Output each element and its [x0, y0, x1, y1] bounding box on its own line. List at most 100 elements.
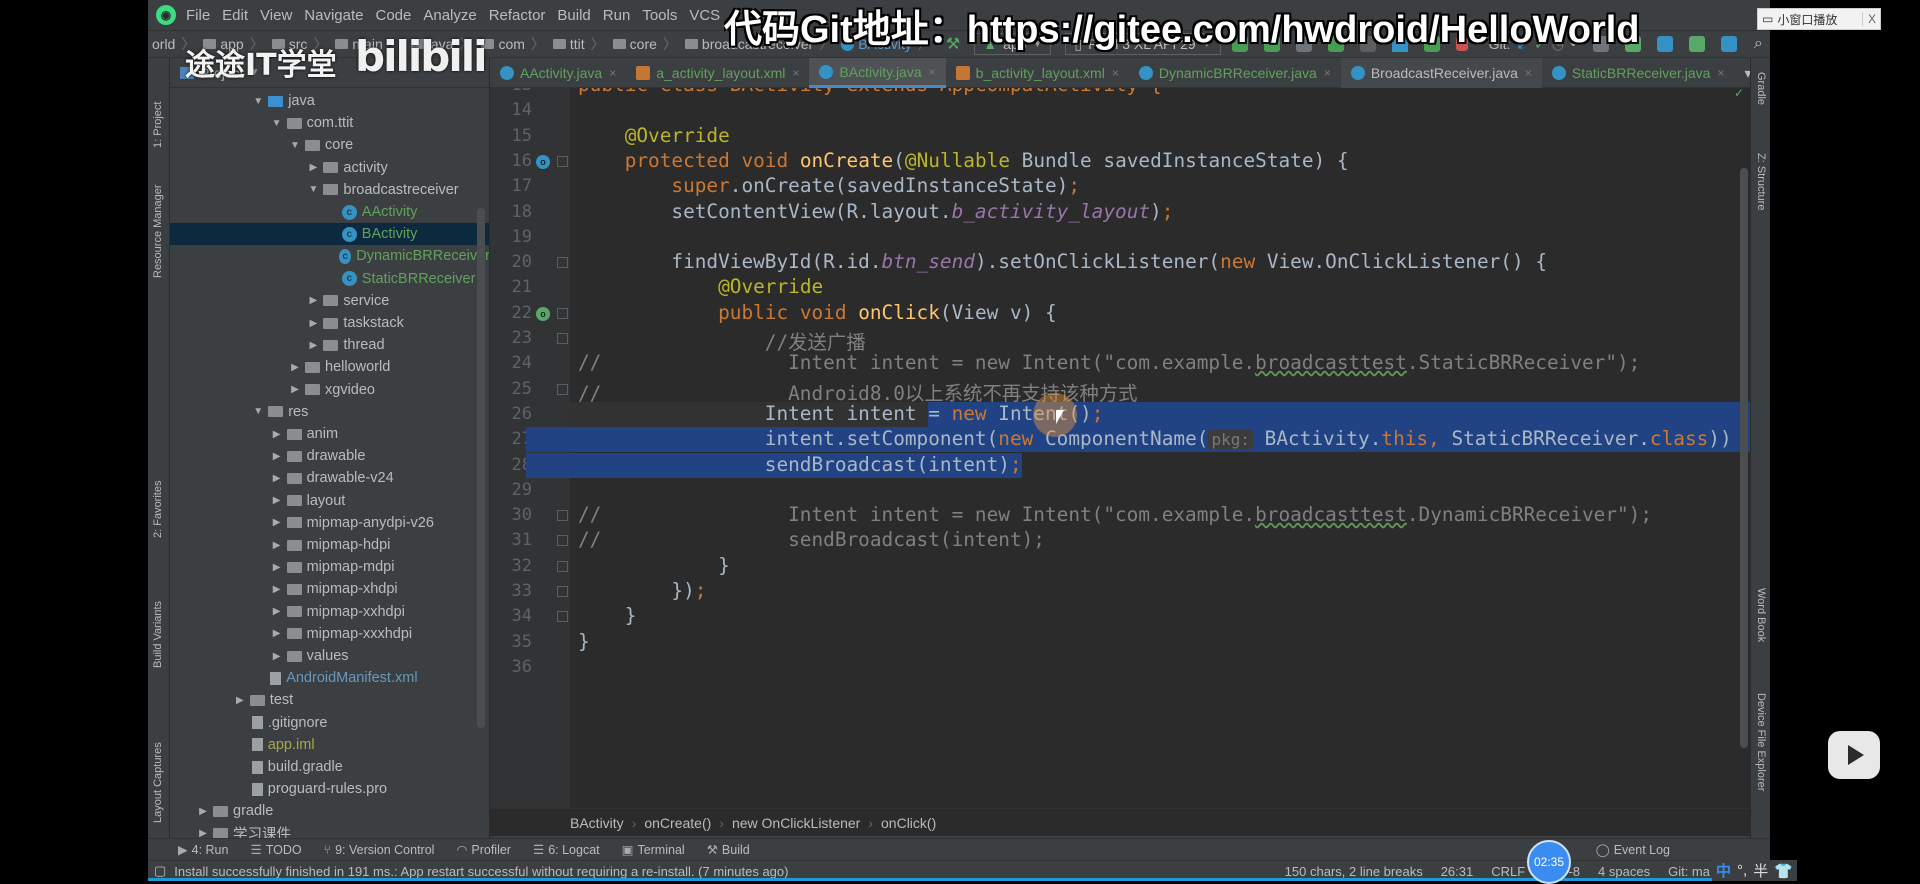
menu-refactor[interactable]: Refactor	[489, 7, 546, 24]
tool-window-terminal[interactable]: ▣ Terminal	[622, 842, 685, 858]
close-tab-icon[interactable]: ×	[929, 65, 936, 79]
close-tab-icon[interactable]: ×	[1112, 66, 1119, 80]
menu-file[interactable]: File	[186, 7, 210, 24]
expanded-arrow-icon[interactable]: ▼	[288, 140, 302, 151]
fold-marker-icon[interactable]	[557, 307, 568, 319]
tool-window-todo[interactable]: ☰ TODO	[250, 842, 301, 858]
tree-item[interactable]: ▶ values	[170, 645, 489, 667]
collapsed-arrow-icon[interactable]: ▶	[270, 606, 284, 617]
close-tab-icon[interactable]: ×	[609, 66, 616, 80]
tree-item[interactable]: ▶ activity	[170, 157, 489, 179]
tab-broadcastreceiver-java[interactable]: BroadcastReceiver.java ×	[1340, 58, 1542, 88]
collapsed-arrow-icon[interactable]: ▶	[306, 340, 320, 351]
tree-item[interactable]: c AActivity	[170, 201, 489, 223]
tool-window-profiler[interactable]: ◠ Profiler	[456, 842, 511, 858]
caret-position[interactable]: 26:31	[1441, 864, 1474, 879]
close-tab-icon[interactable]: ×	[792, 66, 799, 80]
tree-item[interactable]: ▶ xgvideo	[170, 379, 489, 401]
menu-analyze[interactable]: Analyze	[423, 7, 476, 24]
breadcrumb-item[interactable]: onCreate()	[644, 815, 711, 831]
tree-item[interactable]: .gitignore	[170, 712, 489, 734]
fold-marker-icon[interactable]	[557, 535, 568, 547]
tab-b-activity-layout-xml[interactable]: b_activity_layout.xml ×	[946, 58, 1129, 88]
tree-item[interactable]: ▶ mipmap-xhdpi	[170, 578, 489, 600]
line-separator[interactable]: CRLF	[1491, 864, 1525, 879]
fold-marker-icon[interactable]	[557, 383, 568, 395]
tree-item[interactable]: ▶ taskstack	[170, 312, 489, 334]
tree-item[interactable]: ▶ mipmap-xxxhdpi	[170, 623, 489, 645]
override-marker-icon[interactable]: o	[536, 306, 550, 321]
tree-item[interactable]: app.iml	[170, 734, 489, 756]
tree-item[interactable]: ▶ service	[170, 290, 489, 312]
collapsed-arrow-icon[interactable]: ▶	[270, 584, 284, 595]
collapsed-arrow-icon[interactable]: ▶	[196, 806, 210, 817]
collapsed-arrow-icon[interactable]: ▶	[306, 295, 320, 306]
tree-item[interactable]: ▶ drawable-v24	[170, 467, 489, 489]
tree-item[interactable]: ▶ gradle	[170, 800, 489, 822]
collapsed-arrow-icon[interactable]: ▶	[270, 473, 284, 484]
close-tab-icon[interactable]: ×	[1324, 66, 1331, 80]
tree-item[interactable]: ▶ mipmap-hdpi	[170, 534, 489, 556]
tool-project[interactable]: 1: Project	[152, 102, 164, 148]
ime-halfwidth[interactable]: 半	[1753, 860, 1768, 881]
code-area[interactable]: public class BActivity extends AppCompat…	[578, 88, 1750, 808]
collapsed-arrow-icon[interactable]: ▶	[196, 828, 210, 838]
collapsed-arrow-icon[interactable]: ▶	[306, 318, 320, 329]
project-scrollbar[interactable]	[477, 208, 485, 728]
expanded-arrow-icon[interactable]: ▼	[251, 96, 265, 107]
ime-toolbar[interactable]: 中 °, 半 👕	[1712, 860, 1797, 881]
tree-item[interactable]: ▶ 学习课件	[170, 823, 489, 838]
fold-marker-icon[interactable]	[557, 333, 568, 344]
override-marker-icon[interactable]: o	[536, 154, 550, 169]
expanded-arrow-icon[interactable]: ▼	[306, 184, 320, 195]
pip-button[interactable]: ▭ 小窗口播放 X	[1757, 8, 1881, 30]
tree-item[interactable]: c BActivity	[170, 223, 489, 246]
fold-marker-icon[interactable]	[557, 155, 568, 167]
tab-dynamicbrreceiver-java[interactable]: DynamicBRReceiver.java ×	[1129, 58, 1341, 88]
tree-item[interactable]: AndroidManifest.xml	[170, 667, 489, 689]
collapsed-arrow-icon[interactable]: ▶	[270, 540, 284, 551]
tree-item[interactable]: ▼ broadcastreceiver	[170, 179, 489, 201]
menu-build[interactable]: Build	[557, 7, 590, 24]
menu-vcs[interactable]: VCS	[689, 7, 720, 24]
event-log-button[interactable]: ◯ Event Log	[1596, 842, 1670, 858]
tab-aactivity-java[interactable]: AActivity.java ×	[490, 58, 626, 88]
collapsed-arrow-icon[interactable]: ▶	[288, 384, 302, 395]
tool-structure[interactable]: Z: Structure	[1755, 153, 1767, 210]
collapsed-arrow-icon[interactable]: ▶	[288, 362, 302, 373]
tree-item[interactable]: ▶ mipmap-xxhdpi	[170, 601, 489, 623]
tool-favorites[interactable]: 2: Favorites	[152, 481, 164, 538]
collapsed-arrow-icon[interactable]: ▶	[270, 562, 284, 573]
tool-window-4-run[interactable]: ▶ 4: Run	[178, 842, 228, 858]
tool-gradle[interactable]: Gradle	[1755, 72, 1767, 105]
tree-item[interactable]: c StaticBRReceiver	[170, 268, 489, 290]
collapsed-arrow-icon[interactable]: ▶	[270, 517, 284, 528]
menu-view[interactable]: View	[260, 7, 292, 24]
play-button-icon[interactable]	[1828, 731, 1880, 779]
breadcrumb-item[interactable]: new OnClickListener	[732, 815, 860, 831]
tab-a-activity-layout-xml[interactable]: a_activity_layout.xml ×	[626, 58, 809, 88]
expanded-arrow-icon[interactable]: ▼	[270, 118, 284, 129]
close-tab-icon[interactable]: ×	[1525, 66, 1532, 80]
tree-item[interactable]: ▶ thread	[170, 334, 489, 356]
tree-item[interactable]: ▼ core	[170, 134, 489, 156]
menu-tools[interactable]: Tools	[642, 7, 677, 24]
tree-item[interactable]: ▶ helloworld	[170, 356, 489, 378]
tree-item[interactable]: proguard-rules.pro	[170, 778, 489, 800]
tool-window-9-version-control[interactable]: ⑂ 9: Version Control	[324, 842, 435, 857]
fold-marker-icon[interactable]	[557, 586, 568, 597]
menu-code[interactable]: Code	[375, 7, 411, 24]
tool-window-build[interactable]: ⚒ Build	[707, 842, 750, 858]
tree-item[interactable]: ▶ mipmap-mdpi	[170, 556, 489, 578]
indent-setting[interactable]: 4 spaces	[1598, 864, 1650, 879]
expanded-arrow-icon[interactable]: ▼	[251, 406, 265, 417]
tab-bactivity-java[interactable]: BActivity.java ×	[809, 58, 946, 88]
breadcrumb-item[interactable]: BActivity	[570, 815, 624, 831]
collapsed-arrow-icon[interactable]: ▶	[270, 429, 284, 440]
tool-device-file-explorer[interactable]: Device File Explorer	[1755, 693, 1767, 791]
tree-item[interactable]: ▼ res	[170, 401, 489, 423]
status-toggle-icon[interactable]: ▢	[154, 863, 166, 879]
collapsed-arrow-icon[interactable]: ▶	[233, 695, 247, 706]
tree-item[interactable]: ▶ layout	[170, 490, 489, 512]
pip-close-button[interactable]: X	[1861, 12, 1876, 26]
